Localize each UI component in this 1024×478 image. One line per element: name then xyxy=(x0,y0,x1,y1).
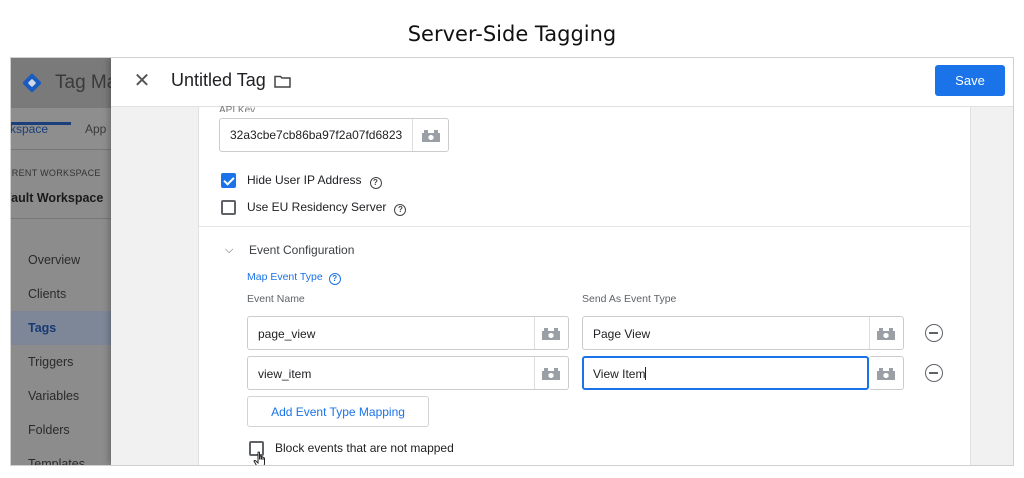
text-caret xyxy=(645,367,647,380)
chevron-down-icon[interactable]: ⌵ xyxy=(225,244,233,257)
gtm-logo-icon xyxy=(22,73,42,93)
help-icon[interactable]: ? xyxy=(328,273,341,285)
hide-ip-label: Hide User IP Address xyxy=(247,173,362,187)
app-frame: Tag Ma rkspace RRENT WORKSPACE fault Wor… xyxy=(10,57,1014,466)
save-button[interactable]: Save xyxy=(935,65,1005,96)
event-config-title[interactable]: Event Configuration xyxy=(249,243,354,257)
current-workspace-name[interactable]: fault Workspace xyxy=(11,191,103,205)
folder-icon[interactable] xyxy=(274,75,291,88)
event-name-value: page_view xyxy=(258,327,316,341)
divider xyxy=(869,317,870,349)
send-as-value-wrap: View Item xyxy=(593,367,647,381)
divider xyxy=(11,218,111,219)
sidebar-item-folders[interactable]: Folders xyxy=(28,423,70,437)
map-event-type-label: Map Event Type xyxy=(247,271,323,283)
help-icon[interactable]: ? xyxy=(394,204,407,216)
app-name: Tag Ma xyxy=(55,72,118,93)
divider xyxy=(412,119,413,151)
eu-server-label-wrap: Use EU Residency Server? xyxy=(247,200,407,216)
event-name-value: view_item xyxy=(258,367,312,381)
eu-server-label: Use EU Residency Server xyxy=(247,200,387,214)
send-as-column-label: Send As Event Type xyxy=(582,293,677,305)
close-icon[interactable]: ✕ xyxy=(131,70,153,92)
sidebar-item-variables[interactable]: Variables xyxy=(28,389,79,403)
send-as-value: Page View xyxy=(593,327,651,341)
current-workspace-label: RRENT WORKSPACE xyxy=(10,168,101,178)
event-name-input[interactable]: view_item xyxy=(247,356,569,390)
gtm-background: Tag Ma rkspace RRENT WORKSPACE fault Wor… xyxy=(10,58,117,465)
divider xyxy=(534,317,535,349)
tag-title[interactable]: Untitled Tag xyxy=(171,70,266,91)
api-key-value: 32a3cbe7cb86ba97f2a07fd6823 xyxy=(230,128,403,142)
remove-circle-icon[interactable] xyxy=(925,364,943,382)
gtm-topbar: Tag Ma xyxy=(11,58,117,108)
sidebar-item-tags[interactable]: Tags xyxy=(28,321,56,335)
help-icon[interactable]: ? xyxy=(369,177,382,189)
event-name-column-label: Event Name xyxy=(247,293,305,305)
panel-header: ✕ Untitled Tag Save xyxy=(111,58,1013,107)
tag-editor-panel: ✕ Untitled Tag Save API Key 32a3cbe7cb86… xyxy=(111,58,1013,465)
page-title: Server-Side Tagging xyxy=(407,22,617,46)
tab-admin[interactable]: App xyxy=(85,122,106,136)
send-as-input[interactable]: View Item xyxy=(582,356,869,390)
hide-ip-checkbox[interactable] xyxy=(221,173,236,188)
nav-active-highlight xyxy=(11,311,111,345)
send-as-input[interactable]: Page View xyxy=(582,316,904,350)
block-unmapped-label: Block events that are not mapped xyxy=(275,441,454,455)
variable-picker-button[interactable] xyxy=(869,356,904,390)
event-name-input[interactable]: page_view xyxy=(247,316,569,350)
add-event-type-mapping-button[interactable]: Add Event Type Mapping xyxy=(247,396,429,427)
eu-server-checkbox[interactable] xyxy=(221,200,236,215)
api-key-label: API Key xyxy=(219,105,256,112)
remove-circle-icon[interactable] xyxy=(925,324,943,342)
divider xyxy=(199,226,970,227)
tab-active-indicator xyxy=(11,122,71,125)
sidebar-item-templates[interactable]: Templates xyxy=(28,457,85,465)
divider xyxy=(534,357,535,389)
hide-ip-label-wrap: Hide User IP Address? xyxy=(247,173,382,189)
variable-picker-icon[interactable] xyxy=(877,368,895,380)
sidebar-item-clients[interactable]: Clients xyxy=(28,287,66,301)
send-as-value: View Item xyxy=(593,367,646,381)
variable-picker-icon[interactable] xyxy=(422,130,440,142)
variable-picker-icon[interactable] xyxy=(877,328,895,340)
hand-cursor-icon xyxy=(253,451,265,465)
sidebar-item-triggers[interactable]: Triggers xyxy=(28,355,73,369)
variable-picker-icon[interactable] xyxy=(542,328,560,340)
tag-config-card: API Key 32a3cbe7cb86ba97f2a07fd6823 Hide… xyxy=(198,105,971,465)
api-key-input[interactable]: 32a3cbe7cb86ba97f2a07fd6823 xyxy=(219,118,449,152)
sidebar-item-overview[interactable]: Overview xyxy=(28,253,80,267)
map-event-type-link[interactable]: Map Event Type? xyxy=(247,271,341,285)
variable-picker-icon[interactable] xyxy=(542,368,560,380)
